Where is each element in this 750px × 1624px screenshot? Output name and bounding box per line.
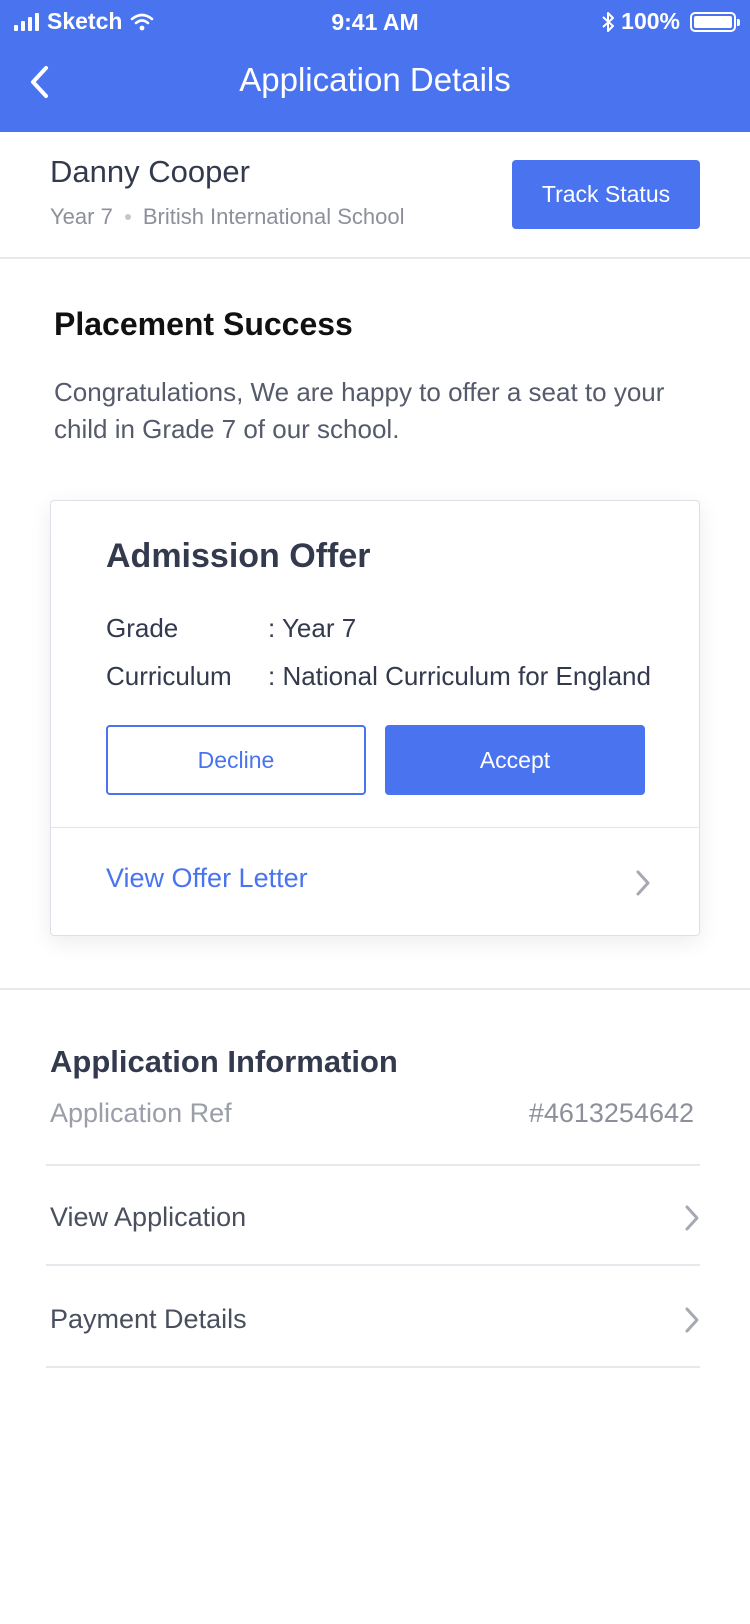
- grade-value: : Year 7: [268, 613, 357, 643]
- bluetooth-icon: [602, 11, 615, 32]
- list-divider: [46, 1264, 700, 1266]
- track-status-button[interactable]: Track Status: [512, 160, 700, 229]
- list-divider: [46, 1366, 700, 1368]
- page-title: Application Details: [239, 61, 511, 98]
- application-ref-value: #4613254642: [528, 1098, 694, 1128]
- chevron-right-icon[interactable]: [635, 869, 651, 897]
- section-divider: [0, 988, 750, 990]
- chevron-right-icon[interactable]: [684, 1306, 700, 1334]
- applicant-school: British International School: [142, 204, 405, 229]
- applicant-profile: Danny Cooper Year 7 British Internationa…: [0, 132, 750, 259]
- view-offer-letter-link[interactable]: View Offer Letter: [106, 863, 308, 894]
- grade-label: Grade: [106, 613, 179, 643]
- applicant-year: Year 7: [50, 204, 113, 229]
- curriculum-value: : National Curriculum for England: [268, 661, 651, 691]
- placement-message: Congratulations, We are happy to offer a…: [54, 377, 665, 444]
- application-info-title: Application Information: [50, 1044, 398, 1079]
- offer-curriculum-row: Curriculum : National Curriculum for Eng…: [106, 661, 668, 692]
- curriculum-label: Curriculum: [106, 661, 232, 691]
- offer-grade-row: Grade : Year 7: [106, 613, 668, 644]
- battery-icon: [690, 11, 740, 32]
- applicant-meta: Year 7 British International School: [50, 204, 405, 230]
- status-bar: Sketch 9:41 AM 100%: [0, 0, 750, 44]
- separator-dot: [124, 214, 131, 220]
- list-divider: [46, 1164, 700, 1166]
- view-application-item[interactable]: View Application: [50, 1202, 246, 1233]
- payment-details-item[interactable]: Payment Details: [50, 1304, 247, 1335]
- application-ref-label: Application Ref: [50, 1098, 232, 1128]
- chevron-right-icon[interactable]: [684, 1204, 700, 1232]
- status-right: 100%: [601, 8, 740, 35]
- battery-percent: 100%: [621, 8, 680, 34]
- app-header: Sketch 9:41 AM 100% Application Details: [0, 0, 750, 132]
- card-divider: [51, 827, 699, 828]
- offer-title: Admission Offer: [106, 537, 371, 575]
- placement-title: Placement Success: [54, 306, 353, 342]
- applicant-name: Danny Cooper: [50, 154, 250, 189]
- decline-button[interactable]: Decline: [106, 725, 366, 795]
- admission-offer-card: Admission Offer Grade : Year 7 Curriculu…: [50, 500, 700, 936]
- accept-button[interactable]: Accept: [385, 725, 645, 795]
